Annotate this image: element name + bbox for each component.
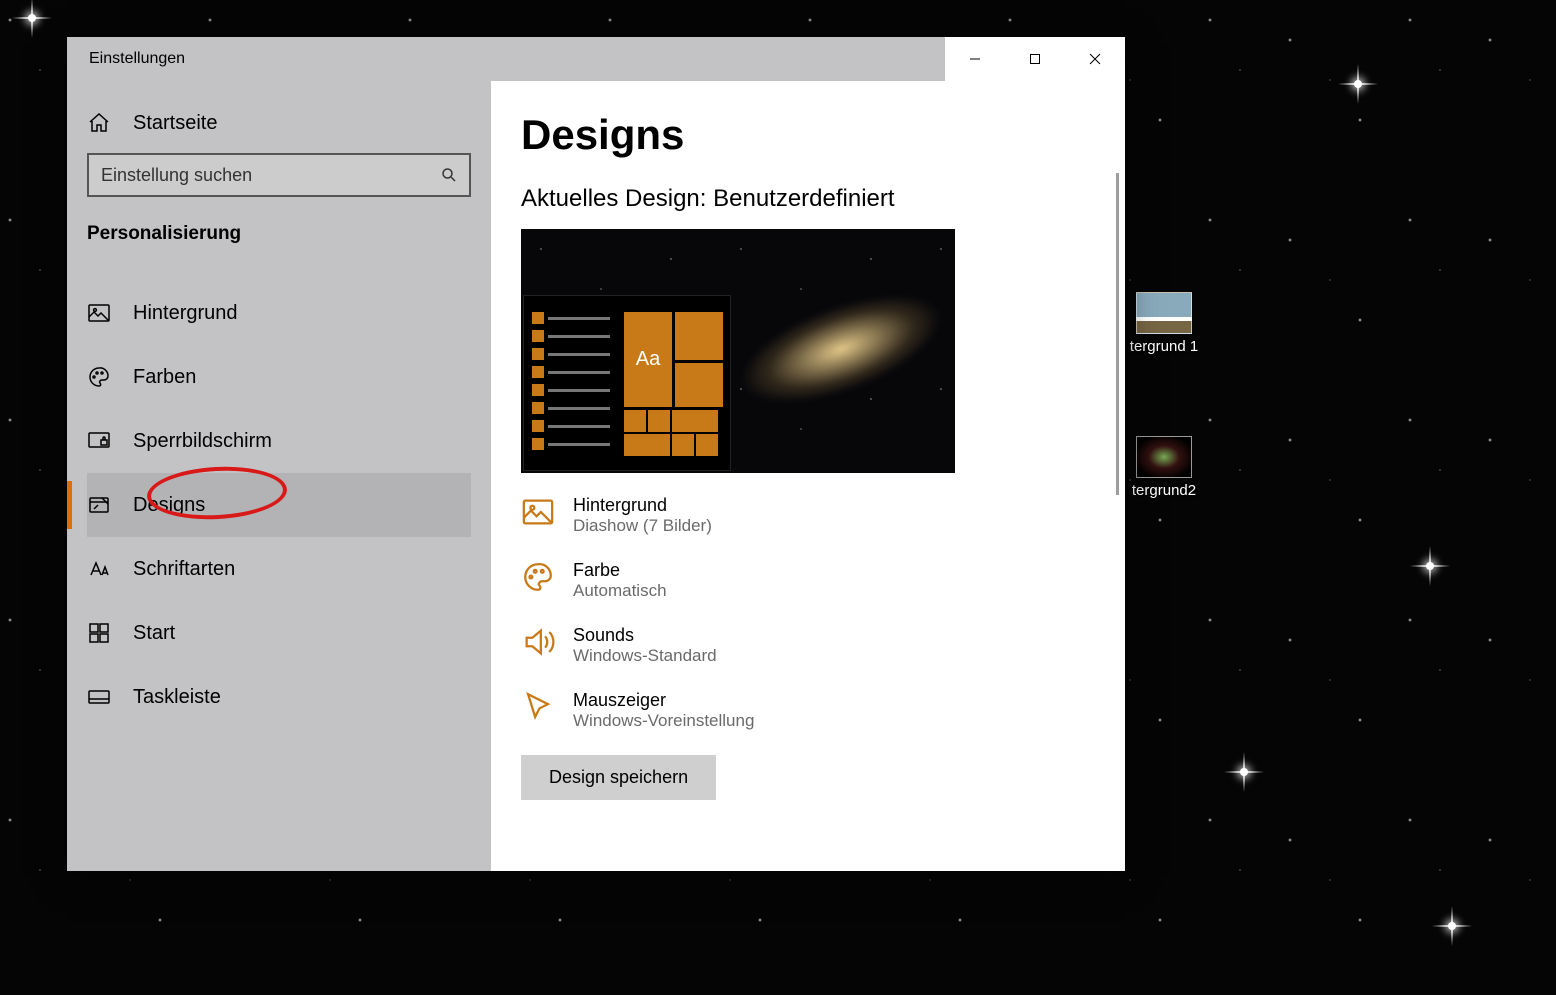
sidebar-item-label: Schriftarten <box>133 558 235 581</box>
maximize-button[interactable] <box>1005 37 1065 81</box>
search-icon <box>429 166 469 184</box>
sidebar-home-label: Startseite <box>133 112 217 135</box>
close-icon <box>1089 53 1101 65</box>
sidebar-item-label: Taskleiste <box>133 686 221 709</box>
theme-preview-start: Aa <box>523 295 731 471</box>
window-titlebar[interactable]: Einstellungen <box>67 37 1125 81</box>
sidebar-home[interactable]: Startseite <box>87 103 471 153</box>
sidebar-item-start[interactable]: Start <box>87 601 471 665</box>
sidebar-item-taskleiste[interactable]: Taskleiste <box>87 665 471 729</box>
start-icon <box>87 621 111 645</box>
close-button[interactable] <box>1065 37 1125 81</box>
sidebar-item-schriftarten[interactable]: Schriftarten <box>87 537 471 601</box>
current-theme-value: Benutzerdefiniert <box>713 185 894 212</box>
image-thumbnail-icon <box>1136 436 1192 478</box>
theme-preview: Aa <box>521 229 955 473</box>
sidebar-section-heading: Personalisierung <box>87 223 471 245</box>
desktop-icon-label: tergrund 1 <box>1118 338 1210 355</box>
sidebar-item-farben[interactable]: Farben <box>87 345 471 409</box>
sidebar-item-label: Sperrbildschirm <box>133 430 272 453</box>
picture-icon <box>87 301 111 325</box>
current-theme-prefix: Aktuelles Design: <box>521 185 706 212</box>
desktop-icon-label: tergrund2 <box>1118 482 1210 499</box>
taskbar-icon <box>87 685 111 709</box>
themes-icon <box>87 493 111 517</box>
theme-row-value: Windows-Voreinstellung <box>573 711 754 731</box>
minimize-icon <box>969 53 981 65</box>
palette-icon <box>87 365 111 389</box>
theme-row-label: Sounds <box>573 625 717 646</box>
theme-row-value: Automatisch <box>573 581 667 601</box>
scrollbar[interactable] <box>1116 173 1119 495</box>
sidebar-item-designs[interactable]: Designs <box>87 473 471 537</box>
sidebar-item-label: Start <box>133 622 175 645</box>
fonts-icon <box>87 557 111 581</box>
theme-row-label: Mauszeiger <box>573 690 754 711</box>
sidebar-item-hintergrund[interactable]: Hintergrund <box>87 281 471 345</box>
page-title: Designs <box>521 111 1115 159</box>
settings-sidebar: Startseite Personalisierung Hintergrund <box>67 81 491 871</box>
image-thumbnail-icon <box>1136 292 1192 334</box>
maximize-icon <box>1029 53 1041 65</box>
settings-window: Einstellungen Startseite <box>67 37 1125 871</box>
theme-preview-aa: Aa <box>624 312 672 407</box>
theme-row-label: Farbe <box>573 560 667 581</box>
content-pane: Designs Aktuelles Design: Benutzerdefini… <box>491 81 1125 871</box>
palette-icon <box>521 560 555 594</box>
theme-row-background[interactable]: Hintergrund Diashow (7 Bilder) <box>521 495 1115 536</box>
save-theme-button[interactable]: Design speichern <box>521 755 716 800</box>
theme-row-cursor[interactable]: Mauszeiger Windows-Voreinstellung <box>521 690 1115 731</box>
theme-row-color[interactable]: Farbe Automatisch <box>521 560 1115 601</box>
home-icon <box>87 111 111 135</box>
desktop-icon-hintergrund1[interactable]: tergrund 1 <box>1118 292 1210 355</box>
picture-icon <box>521 495 555 529</box>
theme-row-value: Diashow (7 Bilder) <box>573 516 712 536</box>
sound-icon <box>521 625 555 659</box>
sidebar-item-label: Farben <box>133 366 196 389</box>
cursor-icon <box>521 690 555 724</box>
current-theme-heading: Aktuelles Design: Benutzerdefiniert <box>521 185 1115 213</box>
theme-row-value: Windows-Standard <box>573 646 717 666</box>
settings-search[interactable] <box>87 153 471 197</box>
theme-row-label: Hintergrund <box>573 495 712 516</box>
search-input[interactable] <box>89 165 429 186</box>
desktop-icon-hintergrund2[interactable]: tergrund2 <box>1118 436 1210 499</box>
window-title: Einstellungen <box>89 50 185 68</box>
sidebar-item-label: Hintergrund <box>133 302 238 325</box>
theme-row-sounds[interactable]: Sounds Windows-Standard <box>521 625 1115 666</box>
lockscreen-icon <box>87 429 111 453</box>
minimize-button[interactable] <box>945 37 1005 81</box>
sidebar-item-label: Designs <box>133 494 205 517</box>
sidebar-item-sperrbildschirm[interactable]: Sperrbildschirm <box>87 409 471 473</box>
